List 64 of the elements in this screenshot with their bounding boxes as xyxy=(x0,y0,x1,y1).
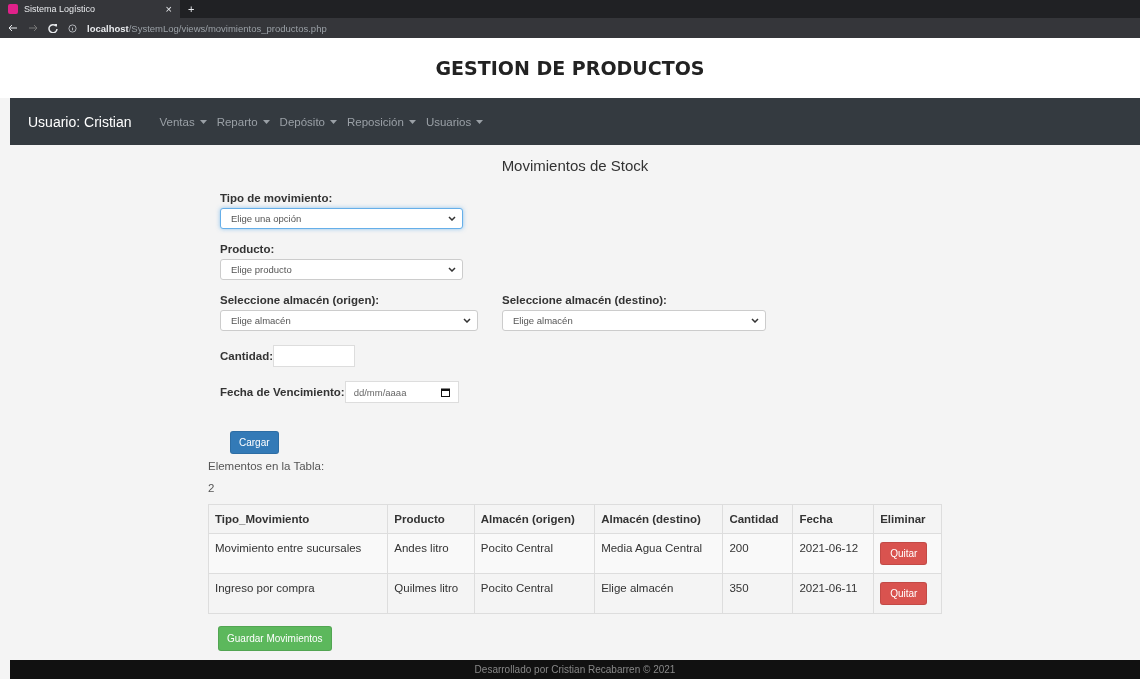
browser-tab[interactable]: Sistema Logístico × xyxy=(0,0,180,18)
caret-icon xyxy=(262,119,270,124)
reload-icon[interactable] xyxy=(48,23,58,33)
remove-button[interactable]: Quitar xyxy=(880,582,928,605)
column-header: Fecha xyxy=(792,504,874,534)
table-cell: Quilmes litro xyxy=(387,573,475,614)
close-tab[interactable]: × xyxy=(165,3,172,15)
date-field[interactable]: dd/mm/aaaa xyxy=(344,381,459,403)
new-tab-button[interactable]: + xyxy=(188,3,195,15)
section-title: Movimientos de Stock xyxy=(501,157,649,174)
info-icon[interactable] xyxy=(68,23,77,33)
calendar-icon xyxy=(440,387,450,397)
chevron-down-icon xyxy=(448,267,456,272)
column-header: Tipo_Movimiento xyxy=(208,504,388,534)
table-cell: 2021-06-12 xyxy=(792,533,874,574)
remove-button[interactable]: Quitar xyxy=(880,542,928,565)
select-field[interactable]: Elige almacén xyxy=(220,310,478,331)
table-cell: 350 xyxy=(722,573,793,614)
table-cell: Movimiento entre sucursales xyxy=(208,533,388,574)
table-cell: 2021-06-11 xyxy=(792,573,874,614)
footer-text: Desarrollado por Cristian Recabarren © 2021 xyxy=(10,660,1140,679)
table-cell: Elige almacén xyxy=(594,573,723,614)
table-cell: Media Agua Central xyxy=(594,533,723,574)
column-header: Producto xyxy=(387,504,475,534)
table-cell: Pocito Central xyxy=(474,573,595,614)
forward-icon[interactable] xyxy=(28,23,38,33)
column-header: Almacén (origen) xyxy=(474,504,595,534)
table-cell: Ingreso por compra xyxy=(208,573,388,614)
nav-menu[interactable]: Reposición xyxy=(346,115,416,128)
count-value: 2 xyxy=(208,482,216,494)
table-cell: Pocito Central xyxy=(474,533,595,574)
count-label: Elementos en la Tabla: xyxy=(208,460,326,472)
column-header: Almacén (destino) xyxy=(594,504,723,534)
table-cell: Andes litro xyxy=(387,533,475,574)
field-label: Seleccione almacén (destino): xyxy=(502,294,668,306)
column-header: Eliminar xyxy=(873,504,942,534)
chevron-down-icon xyxy=(448,216,456,221)
nav-menu[interactable]: Usuarios xyxy=(425,115,484,128)
quantity-field[interactable] xyxy=(273,345,356,367)
nav-menu[interactable]: Depósito xyxy=(279,115,337,128)
caret-icon xyxy=(476,119,484,124)
field-label: Seleccione almacén (origen): xyxy=(220,294,381,306)
chevron-down-icon xyxy=(751,318,759,323)
select-field[interactable]: Elige producto xyxy=(220,259,463,280)
field-label: Producto: xyxy=(220,243,276,255)
chevron-down-icon xyxy=(463,318,471,323)
caret-icon xyxy=(199,119,207,124)
caret-icon xyxy=(408,119,416,124)
table-cell: 200 xyxy=(722,533,793,574)
user-label: Usuario: Cristian xyxy=(28,113,132,130)
cargar-button[interactable]: Cargar xyxy=(230,431,279,454)
page-heading: GESTION DE PRODUCTOS xyxy=(435,57,705,79)
nav-menu[interactable]: Ventas xyxy=(159,115,207,128)
nav-menu[interactable]: Reparto xyxy=(216,115,270,128)
address-field[interactable]: localhost/SystemLog/views/movimientos_productos.php xyxy=(87,22,327,34)
field-label: Cantidad: xyxy=(220,350,274,362)
app-icon xyxy=(8,4,18,14)
select-field[interactable]: Elige almacén xyxy=(502,310,766,331)
field-label: Tipo de movimiento: xyxy=(220,192,334,204)
column-header: Cantidad xyxy=(722,504,793,534)
back-icon[interactable] xyxy=(8,23,18,33)
field-label: Fecha de Vencimiento: xyxy=(220,386,345,398)
select-field[interactable]: Elige una opción xyxy=(220,208,463,229)
caret-icon xyxy=(329,119,337,124)
